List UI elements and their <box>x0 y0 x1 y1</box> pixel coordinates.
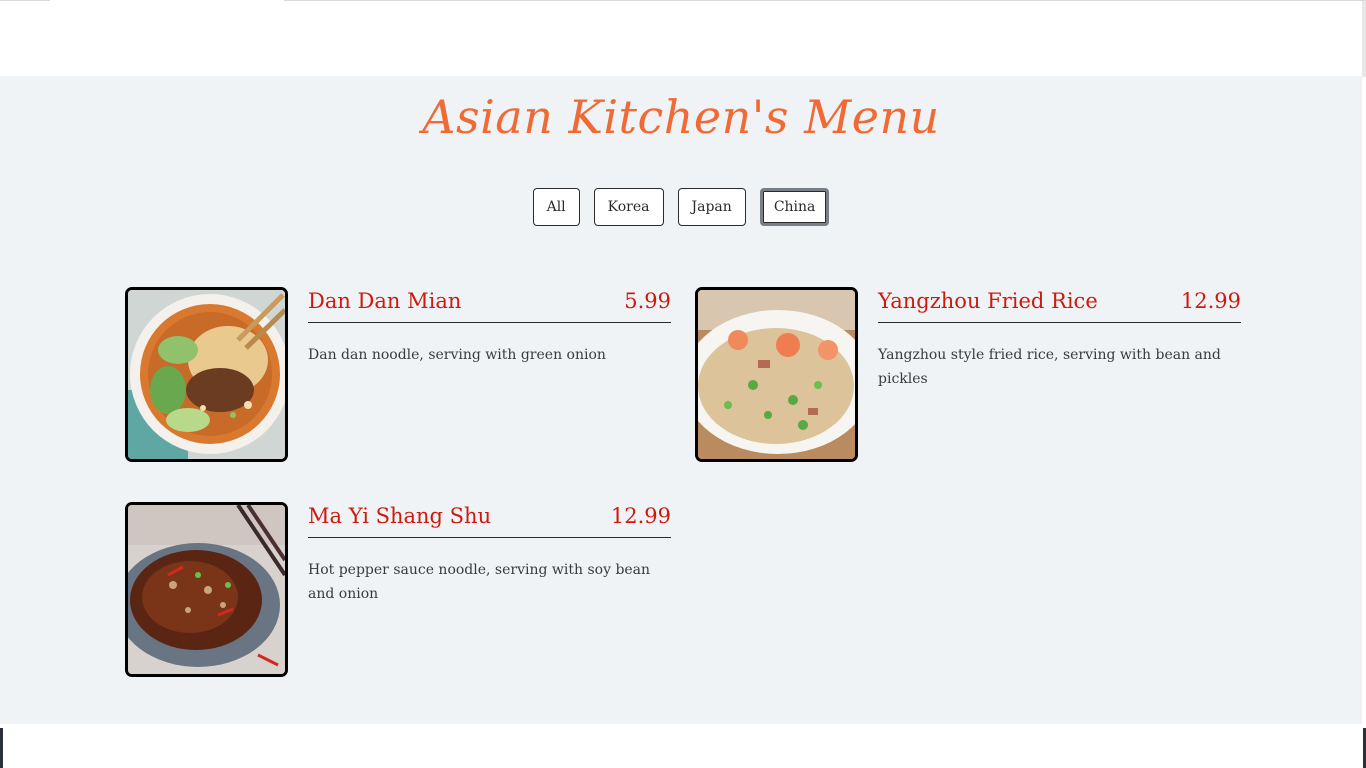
scrollbar-track[interactable] <box>1362 1 1366 77</box>
filter-button-all[interactable]: All <box>532 188 580 226</box>
menu-section: Asian Kitchen's Menu All Korea Japan Chi… <box>0 76 1362 724</box>
item-header: Ma Yi Shang Shu 12.99 <box>308 502 671 538</box>
menu-item: Ma Yi Shang Shu 12.99 Hot pepper sauce n… <box>125 502 671 678</box>
item-name: Yangzhou Fried Rice <box>878 289 1098 313</box>
top-header <box>0 0 1366 77</box>
item-info: Yangzhou Fried Rice 12.99 Yangzhou style… <box>878 287 1241 391</box>
item-info: Dan Dan Mian 5.99 Dan dan noodle, servin… <box>308 287 671 367</box>
category-filters: All Korea Japan China <box>0 188 1362 226</box>
menu-item: Dan Dan Mian 5.99 Dan dan noodle, servin… <box>125 287 671 463</box>
item-description: Dan dan noodle, serving with green onion <box>308 347 606 363</box>
item-name: Dan Dan Mian <box>308 289 462 313</box>
item-info: Ma Yi Shang Shu 12.99 Hot pepper sauce n… <box>308 502 671 606</box>
dish-photo <box>125 287 288 462</box>
dan-dan-mian-image <box>128 290 285 459</box>
item-price: 12.99 <box>610 504 671 528</box>
filter-button-china[interactable]: China <box>759 188 830 226</box>
item-header: Yangzhou Fried Rice 12.99 <box>878 287 1241 323</box>
item-name: Ma Yi Shang Shu <box>308 504 492 528</box>
filter-button-korea[interactable]: Korea <box>593 188 664 226</box>
filter-button-japan[interactable]: Japan <box>677 188 746 226</box>
yangzhou-fried-rice-image <box>698 290 855 459</box>
item-description: Hot pepper sauce noodle, serving with so… <box>308 562 651 602</box>
ma-yi-shang-shu-image <box>128 505 285 674</box>
item-price: 12.99 <box>1180 289 1241 313</box>
dish-photo <box>695 287 858 462</box>
window-edge-left <box>0 728 3 768</box>
page-title: Asian Kitchen's Menu <box>422 90 940 144</box>
top-tab-strip <box>50 0 284 2</box>
dish-photo <box>125 502 288 677</box>
page-footer <box>0 724 1366 768</box>
item-header: Dan Dan Mian 5.99 <box>308 287 671 323</box>
item-description: Yangzhou style fried rice, serving with … <box>878 347 1221 387</box>
menu-item: Yangzhou Fried Rice 12.99 Yangzhou style… <box>695 287 1241 463</box>
item-price: 5.99 <box>624 289 671 313</box>
